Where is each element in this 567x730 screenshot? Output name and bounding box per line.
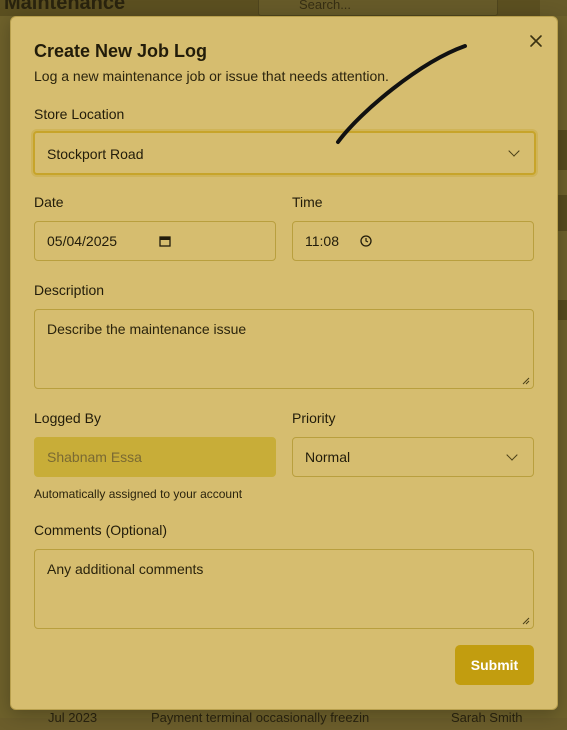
priority-select[interactable]: Normal <box>292 437 534 477</box>
time-value: 11:08 <box>305 233 339 249</box>
modal-subtitle: Log a new maintenance job or issue that … <box>34 68 389 84</box>
store-location-value: Stockport Road <box>47 146 144 162</box>
logged-by-help: Automatically assigned to your account <box>34 487 243 501</box>
priority-label: Priority <box>292 410 336 426</box>
logged-by-field: Shabnam Essa <box>34 437 276 477</box>
comments-placeholder: Any additional comments <box>47 561 204 577</box>
submit-button[interactable]: Submit <box>455 645 534 685</box>
date-value: 05/04/2025 <box>47 233 118 249</box>
description-textarea[interactable]: Describe the maintenance issue <box>34 309 534 389</box>
logged-by-value: Shabnam Essa <box>47 449 142 465</box>
date-label: Date <box>34 194 64 210</box>
time-label: Time <box>292 194 323 210</box>
logged-by-label: Logged By <box>34 410 101 426</box>
calendar-icon[interactable] <box>159 235 171 247</box>
date-input[interactable]: 05/04/2025 <box>34 221 276 261</box>
resize-handle-icon[interactable] <box>522 377 530 385</box>
description-label: Description <box>34 282 105 298</box>
priority-value: Normal <box>305 449 351 465</box>
clock-icon[interactable] <box>360 235 372 247</box>
comments-textarea[interactable]: Any additional comments <box>34 549 534 629</box>
close-icon[interactable] <box>527 33 545 51</box>
store-location-label: Store Location <box>34 106 125 122</box>
modal-title: Create New Job Log <box>34 41 208 61</box>
create-job-log-modal: Create New Job Log Log a new maintenance… <box>10 16 558 710</box>
description-placeholder: Describe the maintenance issue <box>47 321 247 337</box>
store-location-select[interactable]: Stockport Road <box>33 131 536 175</box>
chevron-down-icon <box>508 145 520 157</box>
resize-handle-icon[interactable] <box>522 617 530 625</box>
chevron-down-icon <box>506 449 518 461</box>
time-input[interactable]: 11:08 <box>292 221 534 261</box>
comments-label: Comments (Optional) <box>34 522 168 538</box>
